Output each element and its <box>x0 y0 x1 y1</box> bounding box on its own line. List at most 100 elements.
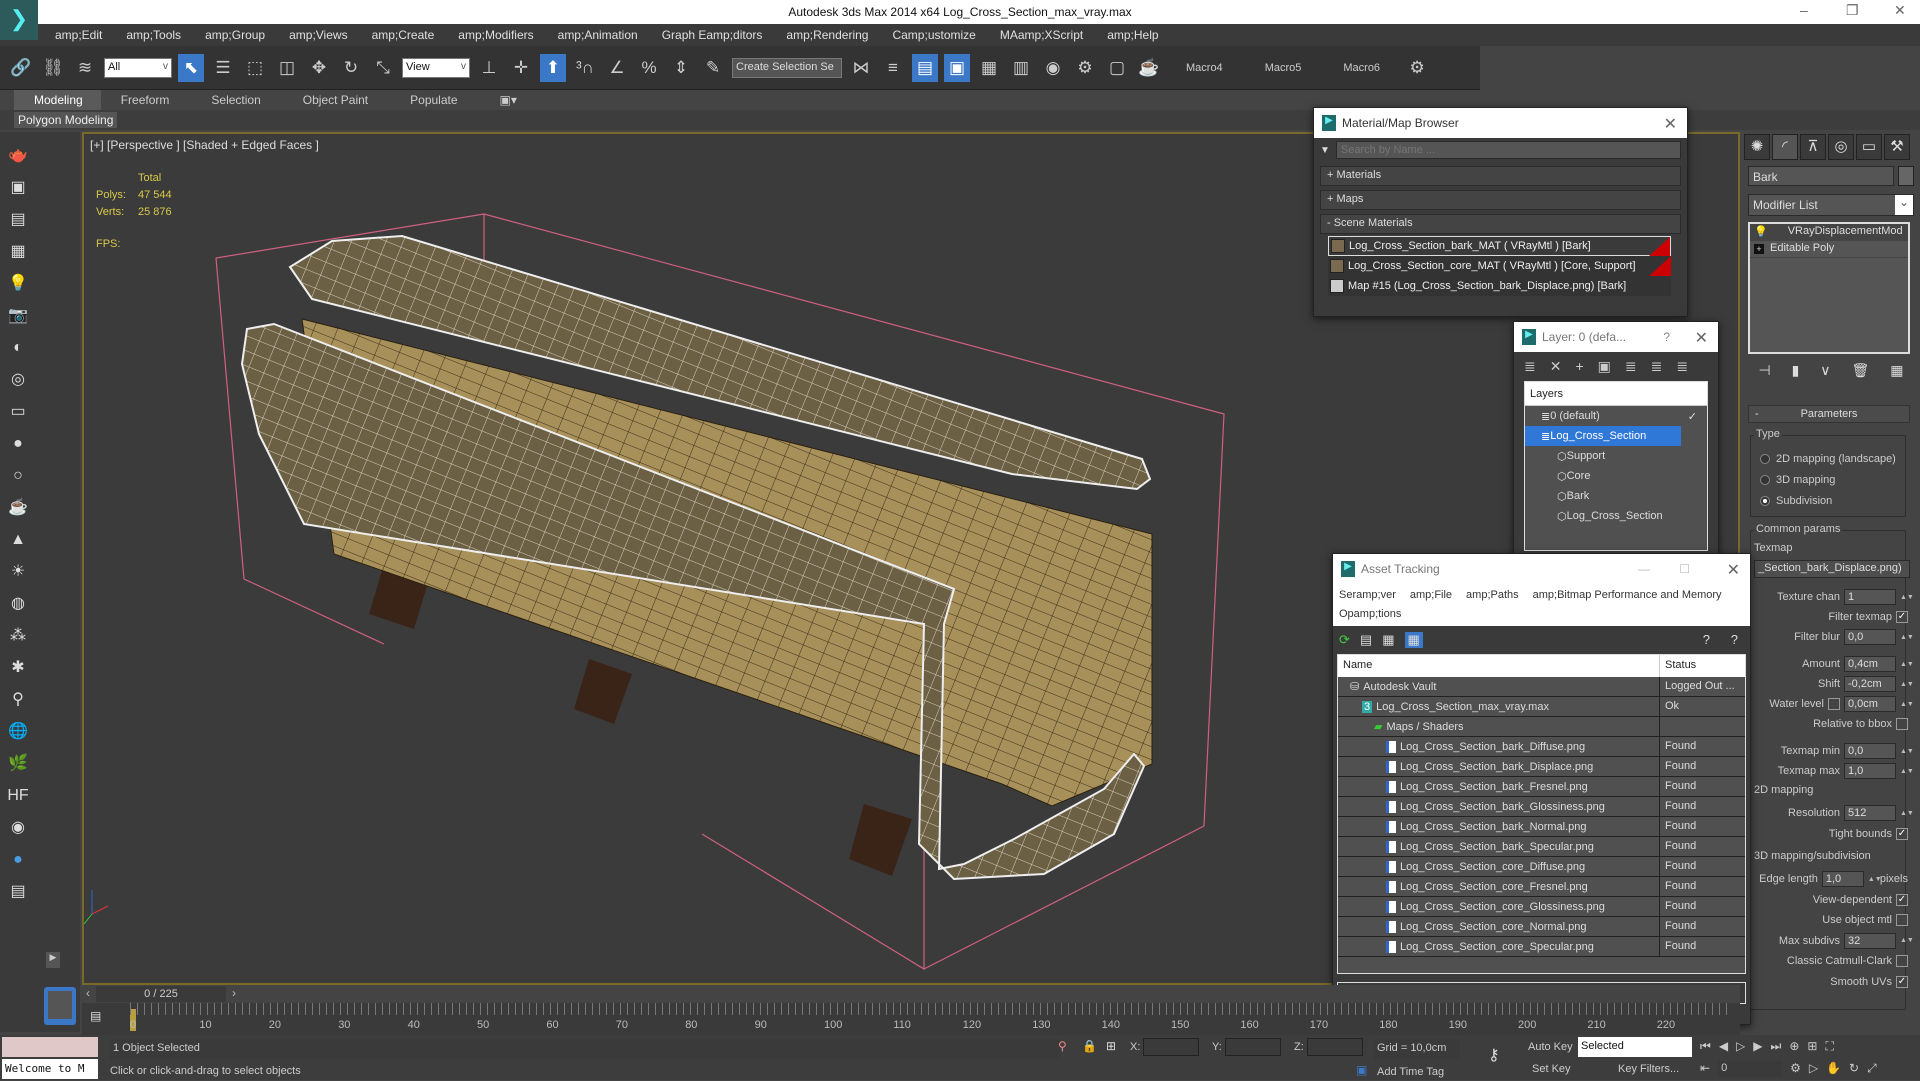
filter-menu-icon[interactable]: ▼ <box>1320 145 1330 156</box>
grid-icon[interactable]: ▦ <box>6 240 30 264</box>
time-config-icon[interactable]: ⚙ <box>1790 1061 1801 1077</box>
reference-coord-dropdown[interactable]: View <box>402 57 470 78</box>
current-frame-field[interactable]: 0 <box>1718 1061 1783 1077</box>
spinner-arrows-icon[interactable]: ▲▼ <box>1868 876 1882 883</box>
menu-item[interactable]: Graph Eamp;ditors <box>662 24 773 46</box>
layers-column-header[interactable]: Layers <box>1525 382 1707 406</box>
time-slider[interactable]: ‹ 0 / 225 › <box>82 985 1740 1003</box>
scene-materials-section[interactable]: - Scene Materials <box>1320 214 1681 234</box>
cone-icon[interactable]: ▲ <box>6 528 30 552</box>
schematic-view-icon[interactable]: ▥ <box>1008 54 1034 82</box>
timeline-track[interactable]: ▤ 0 10 20 30 40 50 60 70 80 90 100 110 120 130 140 150 1… <box>82 1003 1740 1035</box>
type-radio-option[interactable]: 3D mapping <box>1760 469 1896 490</box>
geosphere-icon[interactable]: ○ <box>6 464 30 488</box>
add-time-tag-button[interactable]: Add Time Tag <box>1374 1063 1460 1081</box>
layer-row[interactable]: ≣ 0 (default) ✓ <box>1525 406 1707 426</box>
highlight-layer-icon[interactable]: ≣ <box>1625 358 1637 375</box>
go-to-end-icon[interactable]: ⏭ <box>1771 1039 1782 1054</box>
helper-icon[interactable]: ◐ <box>6 336 30 360</box>
render-production-icon[interactable]: ☕ <box>1136 54 1162 82</box>
name-column-header[interactable]: Name <box>1338 655 1660 677</box>
layer-row[interactable]: ⬡ Support <box>1525 446 1707 466</box>
window-crossing-icon[interactable]: ◫ <box>274 54 300 82</box>
restore-button[interactable]: ❐ <box>1846 2 1859 19</box>
layer-row[interactable]: ⬡ Core <box>1525 466 1707 486</box>
curve-editor-icon[interactable]: ▦ <box>976 54 1002 82</box>
ribbon-options-icon[interactable]: ▣▾ <box>480 90 539 110</box>
param-checkbox[interactable]: ✓ <box>1896 893 1908 906</box>
spinner-arrows-icon[interactable]: ▲▼ <box>1900 937 1914 944</box>
param-checkbox[interactable] <box>1896 955 1908 967</box>
delete-layer-icon[interactable]: ✕ <box>1550 358 1562 375</box>
asset-row[interactable]: Log_Cross_Section_bark_Glossiness.png Fou… <box>1338 797 1745 817</box>
radio-button[interactable] <box>1760 495 1770 506</box>
zoom-extents-icon[interactable]: ⛶ <box>1825 1039 1833 1054</box>
settings-gear-icon[interactable]: ⚙ <box>1404 54 1430 82</box>
zoom-all-icon[interactable]: ⊞ <box>1807 1039 1817 1054</box>
edit-named-selection-icon[interactable]: ✎ <box>700 54 726 82</box>
menu-item[interactable]: amp;Rendering <box>786 24 878 46</box>
param-checkbox[interactable]: ✓ <box>1896 975 1908 988</box>
asset-menu-item[interactable]: amp;Paths <box>1466 586 1519 605</box>
auto-key-button[interactable]: Auto Key <box>1528 1041 1573 1053</box>
isolate-icon[interactable]: ⚲ <box>1058 1039 1067 1053</box>
param-checkbox[interactable] <box>1896 718 1908 730</box>
asset-menu-item[interactable]: amp;File <box>1410 586 1452 605</box>
object-name-field[interactable]: Bark <box>1748 166 1894 186</box>
help-button[interactable]: ? <box>1663 330 1670 344</box>
asset-row[interactable]: Log_Cross_Section_bark_Normal.png Found <box>1338 817 1745 837</box>
teapot2-icon[interactable]: ☕ <box>6 496 30 520</box>
param-spinner[interactable]: 32 <box>1844 932 1896 949</box>
modifier-list-dropdown[interactable]: Modifier List ⌄ <box>1748 194 1914 216</box>
minimize-button[interactable]: – <box>1800 2 1808 18</box>
motion-tab-icon[interactable]: ◎ <box>1828 134 1854 160</box>
select-manipulate-icon[interactable]: ✛ <box>508 54 534 82</box>
param-spinner[interactable]: 0,0cm <box>1844 696 1896 712</box>
named-selection-set-dropdown[interactable]: Create Selection Se <box>732 57 842 78</box>
z-coordinate-field[interactable] <box>1307 1038 1363 1056</box>
globe-icon[interactable]: 🌐 <box>6 720 30 744</box>
param-checkbox[interactable] <box>1896 914 1908 926</box>
ribbon-tab[interactable]: Object Paint <box>283 90 390 110</box>
param-spinner[interactable]: 512 <box>1844 805 1896 821</box>
mini-curve-editor-icon[interactable]: ▤ <box>90 1009 101 1023</box>
align-icon[interactable]: ≡ <box>880 54 906 82</box>
display-tab-icon[interactable]: ▭ <box>1856 134 1882 160</box>
macro6-button[interactable]: Macro6 <box>1343 62 1380 74</box>
list-view-icon[interactable]: ▤ <box>1360 632 1372 648</box>
menu-item[interactable]: amp;Create <box>372 24 445 46</box>
render-icon[interactable]: ▣ <box>6 176 30 200</box>
asset-row[interactable]: Log_Cross_Section_bark_Fresnel.png Found <box>1338 777 1745 797</box>
layer-manager-icon[interactable]: ▤ <box>912 53 938 82</box>
asset-row[interactable]: Log_Cross_Section_core_Normal.png Found <box>1338 917 1745 937</box>
create-tab-icon[interactable]: ✺ <box>1744 134 1770 160</box>
material-editor-icon[interactable]: ◉ <box>1040 54 1066 82</box>
close-icon[interactable]: ✕ <box>1664 114 1677 134</box>
fur-icon[interactable]: ◉ <box>6 816 30 840</box>
key-mode-toggle-icon[interactable]: ⇤ <box>1700 1061 1710 1077</box>
scale-icon[interactable]: ⤡ <box>370 54 396 82</box>
move-icon[interactable]: ✥ <box>306 54 332 82</box>
key-filters-button[interactable]: Key Filters... <box>1618 1063 1679 1075</box>
status-column-header[interactable]: Status <box>1660 655 1701 677</box>
scene-material-item[interactable]: Map #15 (Log_Cross_Section_bark_Displace… <box>1328 276 1671 296</box>
maxscript-input[interactable]: Welcome to M <box>2 1059 98 1079</box>
parameters-rollout-header[interactable]: - Parameters <box>1748 405 1910 423</box>
rotate-icon[interactable]: ↻ <box>338 54 364 82</box>
type-radio-option[interactable]: 2D mapping (landscape) <box>1760 448 1896 469</box>
spinner-arrows-icon[interactable]: ▲▼ <box>1900 594 1914 601</box>
pivot-center-icon[interactable]: ⊥ <box>476 54 502 82</box>
add-to-layer-icon[interactable]: + <box>1575 358 1583 375</box>
list-icon[interactable]: ▤ <box>6 208 30 232</box>
ribbon-tab[interactable]: Selection <box>191 90 282 110</box>
stack-item-vraydisplacement[interactable]: 💡 VRayDisplacementMod <box>1750 224 1908 241</box>
asset-menu-item[interactable]: Seramp;ver <box>1339 586 1396 605</box>
field-of-view-icon[interactable]: ▷ <box>1809 1061 1818 1077</box>
maximize-button[interactable]: ☐ <box>1679 562 1690 576</box>
viewport-thumbnail[interactable] <box>44 987 76 1025</box>
asset-row[interactable]: Log_Cross_Section_core_Fresnel.png Found <box>1338 877 1745 897</box>
asset-row[interactable]: 3 Log_Cross_Section_max_vray.max Ok <box>1338 697 1745 717</box>
angle-snap-icon[interactable]: ∠ <box>604 54 630 82</box>
maxscript-listener-mini[interactable] <box>2 1037 98 1057</box>
select-objects-icon[interactable]: ▣ <box>1598 358 1611 375</box>
